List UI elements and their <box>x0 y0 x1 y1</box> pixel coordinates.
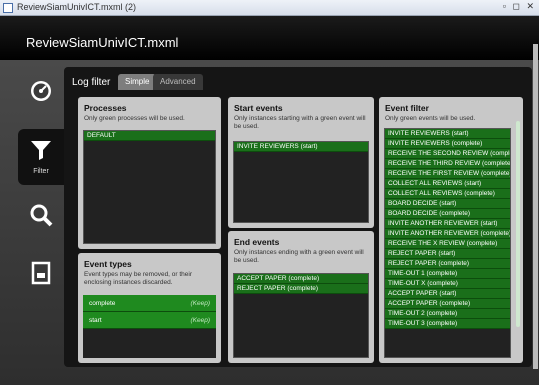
magnifier-icon <box>29 203 53 232</box>
document-icon <box>31 261 51 290</box>
filter-icon <box>29 139 53 166</box>
event-type-row[interactable]: start (Keep) <box>83 312 216 329</box>
sidebar-item-dashboard[interactable] <box>18 67 64 119</box>
window-title-bar: ReviewSiamUnivICT.mxml (2) ▫ ◻ ✕ <box>0 0 539 16</box>
sidebar-item-filter[interactable]: Filter <box>18 129 64 185</box>
sidebar-item-search[interactable] <box>18 191 64 243</box>
list-item[interactable]: REJECT PAPER (complete) <box>234 284 368 294</box>
processes-title: Processes <box>84 103 127 113</box>
start-events-card: Start events Only instances starting wit… <box>228 97 374 228</box>
list-item[interactable]: ACCEPT PAPER (complete) <box>385 299 510 309</box>
sidebar: Filter <box>18 67 64 367</box>
end-events-card: End events Only instances ending with a … <box>228 231 374 363</box>
app-window: ReviewSiamUnivICT.mxml Filter Log filter… <box>0 16 539 385</box>
app-body: Filter Log filter Simple Advanced Proces… <box>0 60 539 385</box>
list-item[interactable]: INVITE REVIEWERS (start) <box>385 129 510 139</box>
event-type-row[interactable]: complete (Keep) <box>83 295 216 312</box>
end-events-description: Only instances ending with a green event… <box>234 249 364 264</box>
list-item[interactable]: BOARD DECIDE (complete) <box>385 209 510 219</box>
list-item[interactable]: ACCEPT PAPER (complete) <box>234 274 368 284</box>
list-item[interactable]: BOARD DECIDE (start) <box>385 199 510 209</box>
list-item[interactable]: COLLECT ALL REVIEWS (start) <box>385 179 510 189</box>
end-events-title: End events <box>234 237 280 247</box>
list-item[interactable]: TIME-OUT 2 (complete) <box>385 309 510 319</box>
event-types-card: Event types Event types may be removed, … <box>78 253 221 363</box>
app-title: ReviewSiamUnivICT.mxml <box>26 35 179 50</box>
list-item[interactable]: RECEIVE THE SECOND REVIEW (complet <box>385 149 510 159</box>
event-filter-list[interactable]: INVITE REVIEWERS (start) INVITE REVIEWER… <box>384 128 511 358</box>
event-filter-scrollbar[interactable] <box>516 121 520 327</box>
list-item[interactable]: REJECT PAPER (complete) <box>385 259 510 269</box>
list-item[interactable]: TIME-OUT 3 (complete) <box>385 319 510 329</box>
event-type-action[interactable]: (Keep) <box>190 300 210 307</box>
list-item[interactable]: DEFAULT <box>84 131 215 141</box>
processes-list[interactable]: DEFAULT <box>83 130 216 244</box>
list-item[interactable]: COLLECT ALL REVIEWS (complete) <box>385 189 510 199</box>
list-item[interactable]: TIME-OUT X (complete) <box>385 279 510 289</box>
event-types-title: Event types <box>84 259 132 269</box>
event-types-list: complete (Keep) start (Keep) <box>83 295 216 358</box>
window-title: ReviewSiamUnivICT.mxml (2) <box>17 2 137 12</box>
list-item[interactable]: RECEIVE THE FIRST REVIEW (complete) <box>385 169 510 179</box>
app-header: ReviewSiamUnivICT.mxml <box>0 16 539 60</box>
list-item[interactable]: RECEIVE THE THIRD REVIEW (complete) <box>385 159 510 169</box>
start-events-description: Only instances starting with a green eve… <box>234 115 366 130</box>
list-item[interactable]: TIME-OUT 1 (complete) <box>385 269 510 279</box>
tab-simple[interactable]: Simple <box>118 74 157 90</box>
window-icon <box>3 3 13 13</box>
log-filter-panel: Log filter Simple Advanced Processes Onl… <box>64 67 532 367</box>
start-events-list[interactable]: INVITE REVIEWERS (start) <box>233 141 369 223</box>
sidebar-item-document[interactable] <box>18 249 64 301</box>
window-controls[interactable]: ▫ ◻ ✕ <box>503 1 536 12</box>
start-events-title: Start events <box>234 103 283 113</box>
end-events-list[interactable]: ACCEPT PAPER (complete) REJECT PAPER (co… <box>233 273 369 358</box>
event-filter-description: Only green events will be used. <box>385 115 476 122</box>
event-type-name: complete <box>89 299 116 307</box>
dashboard-icon <box>29 79 53 108</box>
tab-advanced[interactable]: Advanced <box>153 74 203 90</box>
event-type-name: start <box>89 316 102 324</box>
list-item[interactable]: INVITE ANOTHER REVIEWER (start) <box>385 219 510 229</box>
list-item[interactable]: REJECT PAPER (start) <box>385 249 510 259</box>
event-filter-title: Event filter <box>385 103 429 113</box>
window-scrollbar[interactable] <box>533 44 538 369</box>
list-item[interactable]: RECEIVE THE X REVIEW (complete) <box>385 239 510 249</box>
panel-heading: Log filter <box>72 77 111 88</box>
event-type-action[interactable]: (Keep) <box>190 317 210 324</box>
event-types-description: Event types may be removed, or their enc… <box>84 271 193 286</box>
list-item[interactable]: INVITE REVIEWERS (complete) <box>385 139 510 149</box>
event-filter-card: Event filter Only green events will be u… <box>379 97 523 363</box>
sidebar-item-label: Filter <box>33 168 49 175</box>
list-item[interactable]: INVITE REVIEWERS (start) <box>234 142 368 152</box>
list-item[interactable]: INVITE ANOTHER REVIEWER (complete) <box>385 229 510 239</box>
processes-description: Only green processes will be used. <box>84 115 185 122</box>
processes-card: Processes Only green processes will be u… <box>78 97 221 249</box>
list-item[interactable]: ACCEPT PAPER (start) <box>385 289 510 299</box>
